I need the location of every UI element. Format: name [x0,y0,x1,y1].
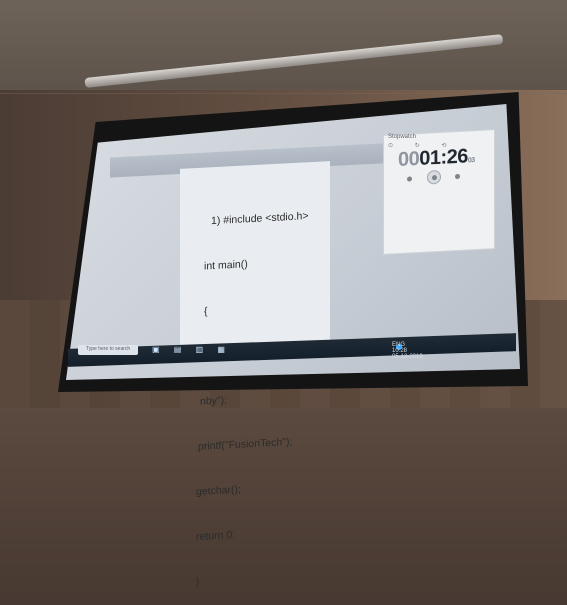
stopwatch-hours: 00 [398,147,420,172]
code-line-3: { [204,305,208,318]
code-line-9: } [196,575,200,588]
stopwatch-main-time: 01:26 [419,145,468,170]
taskbar-search-placeholder: Type here to search [86,346,131,352]
code-block: 1) #include <stdio.h> int main() { print… [196,179,308,605]
taskbar-app-icons[interactable]: ▣ ▤ ▥ ▦ [152,345,231,354]
stopwatch-pause-button[interactable] [427,169,441,185]
system-tray: ENG 10:28 05-12-2019 [392,342,423,360]
code-line-7: getchar(); [196,483,241,498]
stopwatch-flag-icon[interactable] [403,172,417,187]
stopwatch-title: Stopwatch [388,134,417,140]
stopwatch-reset-icon[interactable] [451,170,465,185]
code-line-5: nby"); [200,394,228,408]
flag-dot [407,176,412,182]
code-line-8: return 0; [196,528,236,543]
reset-dot [455,173,460,180]
code-line-1: 1) #include <stdio.h> [211,210,309,228]
code-line-6: printf("FusionTech"); [198,435,293,453]
pause-dot [432,175,437,181]
stopwatch-hundredths: 03 [467,156,475,165]
code-line-2: int main() [204,258,248,273]
ceiling-edge [0,93,567,94]
tray-date: 05-12-2019 [392,354,423,360]
